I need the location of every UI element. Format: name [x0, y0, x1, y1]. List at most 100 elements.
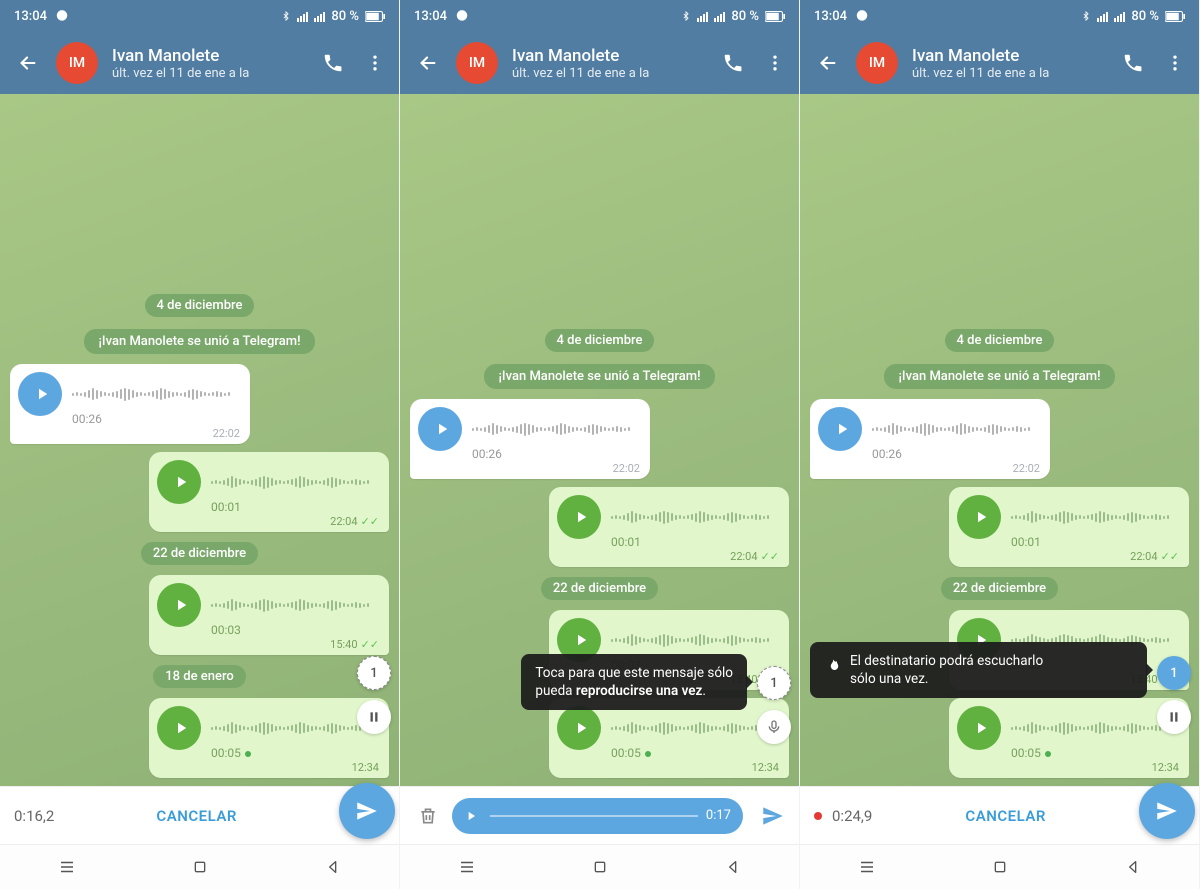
contact-title[interactable]: Ivan Manolete últ. vez el 11 de ene a la: [512, 46, 705, 81]
voice-message-out[interactable]: 00:05 12:34: [810, 698, 1189, 778]
nav-recents-button[interactable]: [852, 852, 882, 882]
recipient-once-tooltip: El destinatario podrá escucharlo sólo un…: [810, 642, 1147, 698]
back-button[interactable]: [414, 49, 442, 77]
chat-header: IM Ivan Manolete últ. vez el 11 de ene a…: [0, 32, 399, 94]
preview-track[interactable]: [490, 815, 698, 817]
nav-home-button[interactable]: [585, 852, 615, 882]
nav-home-button[interactable]: [185, 852, 215, 882]
date-separator: 22 de diciembre: [541, 577, 658, 600]
back-button[interactable]: [814, 49, 842, 77]
voice-preview-bar: 0:17: [400, 786, 799, 844]
pause-recording-button[interactable]: [1157, 700, 1191, 734]
navigation-bar: [400, 844, 799, 889]
contact-last-seen: últ. vez el 11 de ene a la: [112, 66, 305, 81]
call-button[interactable]: [719, 49, 747, 77]
message-time: 22:04✓✓: [330, 515, 379, 528]
voice-message-in[interactable]: 00:26 22:02: [410, 399, 789, 479]
voice-message-out[interactable]: 00:01 22:04✓✓: [410, 487, 789, 567]
delete-recording-button[interactable]: [414, 806, 442, 826]
screenshot-1: 13:04 80 % IM Ivan Manolete últ. vez el …: [0, 0, 400, 889]
date-separator: 22 de diciembre: [941, 577, 1058, 600]
nav-back-button[interactable]: [1118, 852, 1148, 882]
nav-recents-button[interactable]: [52, 852, 82, 882]
view-once-toggle-active[interactable]: 1: [1157, 656, 1191, 690]
voice-message-out[interactable]: 00:03 15:40✓✓: [10, 575, 389, 655]
cancel-button[interactable]: CANCELAR: [882, 807, 1129, 825]
call-button[interactable]: [1119, 49, 1147, 77]
nav-recents-button[interactable]: [452, 852, 482, 882]
chat-header: IM Ivan Manolete últ. vez el 11 de ene a…: [800, 32, 1199, 94]
date-separator: 18 de enero: [153, 665, 246, 688]
avatar[interactable]: IM: [856, 42, 898, 84]
play-button[interactable]: [157, 583, 201, 627]
contact-last-seen: últ. vez el 11 de ene a la: [912, 66, 1105, 81]
play-button[interactable]: [557, 706, 601, 750]
menu-button[interactable]: [361, 49, 389, 77]
view-once-tooltip: Toca para que este mensaje sólo pueda re…: [521, 654, 747, 710]
voice-message-in[interactable]: 00:26 22:02: [810, 399, 1189, 479]
nav-back-button[interactable]: [718, 852, 748, 882]
voice-duration: 00:26: [72, 412, 240, 426]
send-button[interactable]: [753, 803, 793, 829]
nav-back-button[interactable]: [318, 852, 348, 882]
read-checks-icon: ✓✓: [1161, 550, 1179, 563]
chat-area[interactable]: 4 de diciembre ¡Ivan Manolete se unió a …: [400, 94, 799, 786]
play-button[interactable]: [557, 495, 601, 539]
chat-area[interactable]: 4 de diciembre ¡Ivan Manolete se unió a …: [0, 94, 399, 786]
play-button[interactable]: [157, 706, 201, 750]
call-button[interactable]: [319, 49, 347, 77]
contact-last-seen: últ. vez el 11 de ene a la: [512, 66, 705, 81]
voice-message-out[interactable]: 00:01 22:04✓✓: [810, 487, 1189, 567]
waveform: [611, 627, 779, 653]
voice-message-in[interactable]: 00:26 22:02: [10, 364, 389, 444]
send-button[interactable]: [1139, 783, 1195, 839]
voice-preview-player[interactable]: 0:17: [452, 798, 743, 834]
send-button[interactable]: [339, 783, 395, 839]
voice-message-out[interactable]: 00:05 12:34: [410, 698, 789, 778]
voice-input-toggle[interactable]: [757, 710, 791, 744]
messenger-icon: [55, 9, 69, 23]
contact-name: Ivan Manolete: [512, 46, 705, 66]
back-button[interactable]: [14, 49, 42, 77]
message-time: 22:04✓✓: [730, 550, 779, 563]
contact-name: Ivan Manolete: [912, 46, 1105, 66]
nav-home-button[interactable]: [985, 852, 1015, 882]
status-time: 13:04: [414, 9, 447, 24]
play-button[interactable]: [818, 407, 862, 451]
battery-text: 80 %: [331, 9, 359, 24]
unread-dot-icon: [1045, 751, 1051, 757]
cancel-button[interactable]: CANCELAR: [64, 807, 329, 825]
waveform: [211, 469, 379, 495]
status-bar: 13:04 80 %: [0, 0, 399, 32]
menu-button[interactable]: [1161, 49, 1189, 77]
contact-title[interactable]: Ivan Manolete últ. vez el 11 de ene a la: [112, 46, 305, 81]
bluetooth-icon: [1081, 9, 1091, 23]
recording-indicator-icon: [814, 812, 822, 820]
menu-button[interactable]: [761, 49, 789, 77]
avatar[interactable]: IM: [56, 42, 98, 84]
contact-title[interactable]: Ivan Manolete últ. vez el 11 de ene a la: [912, 46, 1105, 81]
voice-duration: 00:05: [1011, 746, 1179, 760]
messenger-icon: [855, 9, 869, 23]
play-button[interactable]: [157, 460, 201, 504]
play-button[interactable]: [18, 372, 62, 416]
view-once-toggle[interactable]: 1: [357, 656, 391, 690]
screenshot-2: 13:04 80 % IM Ivan Manolete últ. vez el …: [400, 0, 800, 889]
voice-duration: 00:01: [211, 500, 379, 514]
message-time: 15:40✓✓: [330, 638, 379, 651]
voice-duration: 00:01: [611, 535, 779, 549]
voice-message-out[interactable]: 00:05 12:34: [10, 698, 389, 778]
voice-message-out[interactable]: 00:01 22:04✓✓: [10, 452, 389, 532]
voice-duration: 00:01: [1011, 535, 1179, 549]
play-button[interactable]: [957, 706, 1001, 750]
read-checks-icon: ✓✓: [761, 550, 779, 563]
play-button[interactable]: [418, 407, 462, 451]
play-button[interactable]: [957, 495, 1001, 539]
view-once-toggle[interactable]: 1: [757, 666, 791, 700]
contact-name: Ivan Manolete: [112, 46, 305, 66]
avatar[interactable]: IM: [456, 42, 498, 84]
preview-play-button[interactable]: [460, 805, 482, 827]
chat-area[interactable]: 4 de diciembre ¡Ivan Manolete se unió a …: [800, 94, 1199, 786]
message-time: 12:34: [1152, 761, 1179, 774]
pause-recording-button[interactable]: [357, 700, 391, 734]
